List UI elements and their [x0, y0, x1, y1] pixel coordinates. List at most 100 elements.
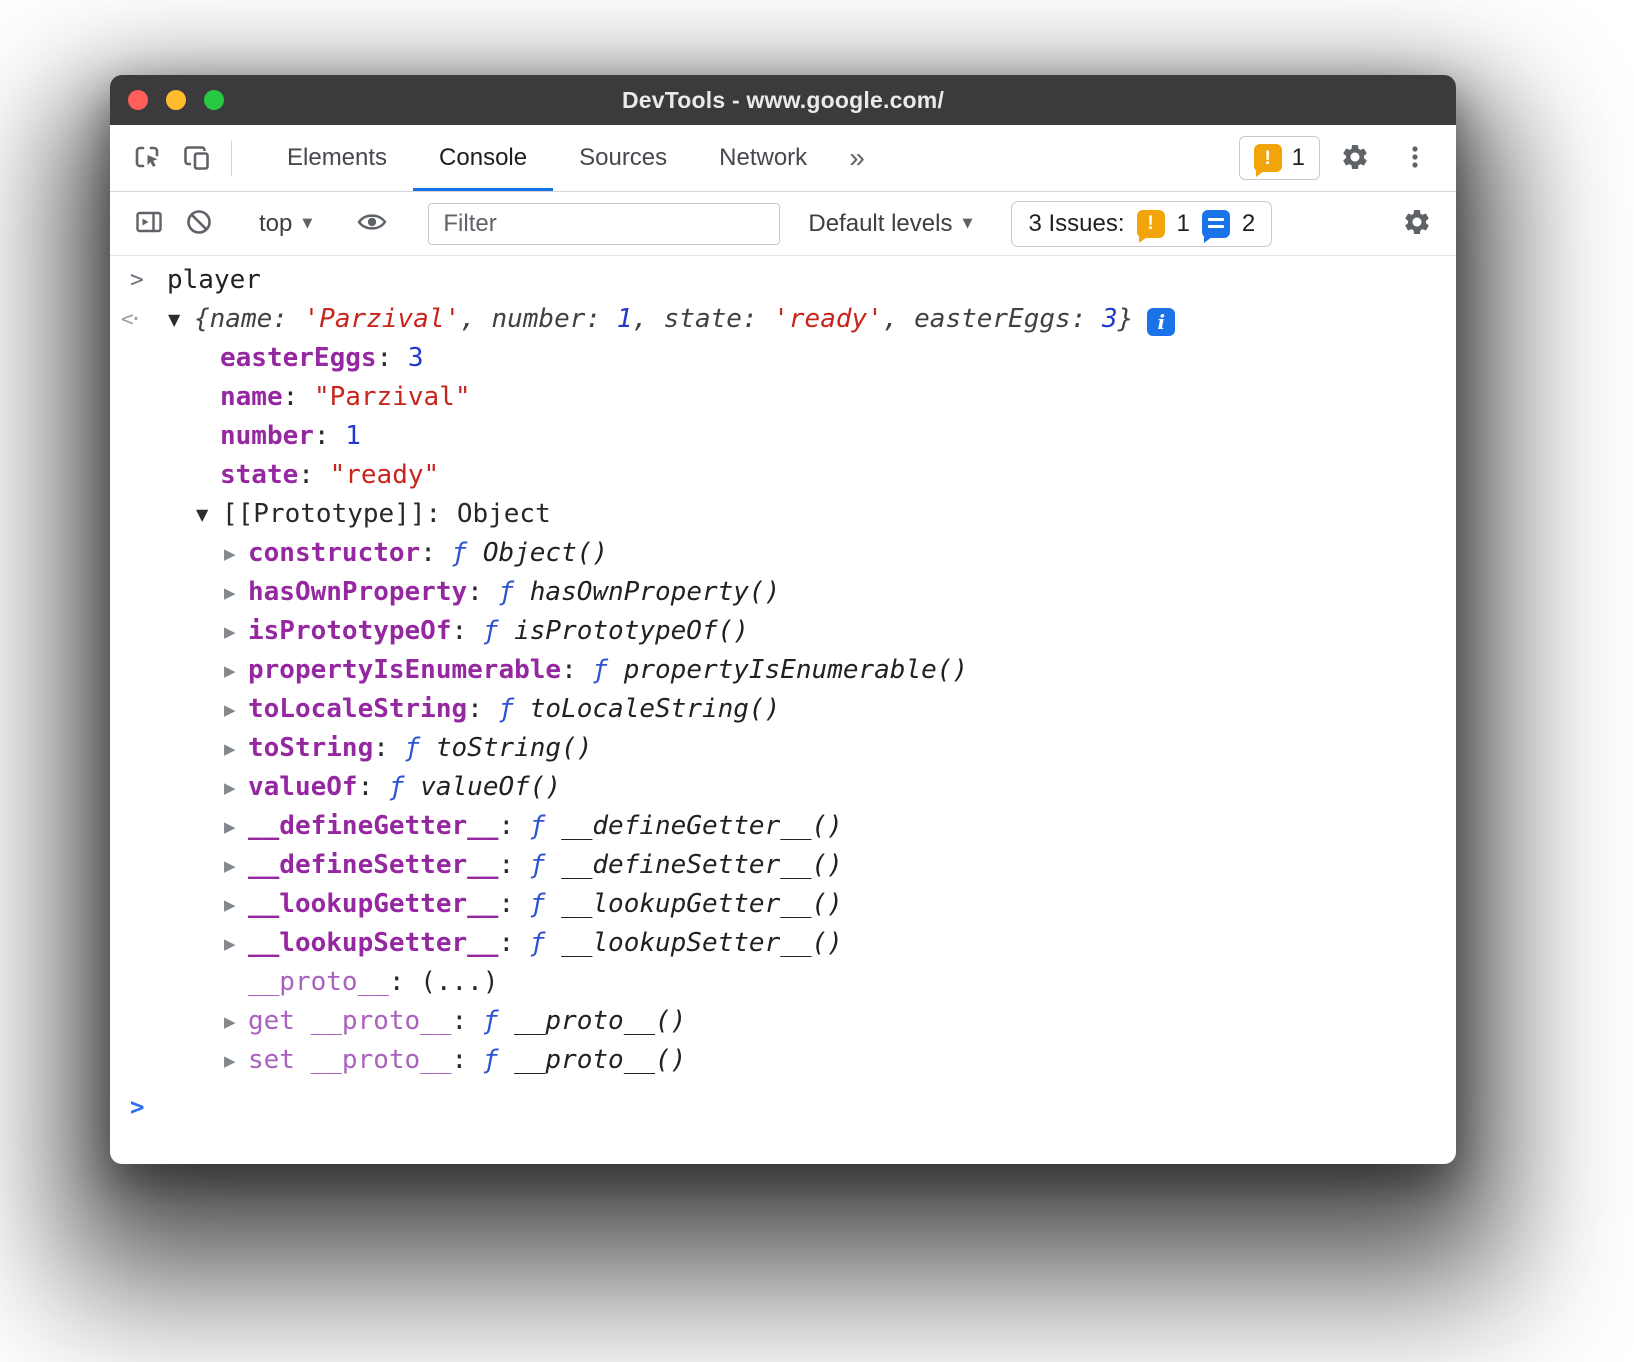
token-name: hasOwnProperty	[248, 577, 467, 607]
error-count: 1	[1292, 144, 1305, 172]
live-expression-button[interactable]	[347, 205, 397, 242]
result-arrow-icon: <·	[121, 300, 138, 339]
expand-triangle-icon[interactable]: ▶	[224, 730, 248, 769]
log-levels-dropdown[interactable]: Default levels ▼	[792, 210, 988, 238]
expand-triangle-icon[interactable]: ▶	[224, 613, 248, 652]
collapse-triangle-icon[interactable]: ▼	[196, 495, 222, 534]
prompt-chevron-icon[interactable]: >	[130, 1088, 144, 1127]
token-fn: ƒ	[483, 1045, 514, 1075]
token-fnsig: hasOwnProperty()	[530, 577, 780, 607]
sidebar-panel-icon	[133, 206, 165, 241]
token-fn: ƒ	[498, 577, 529, 607]
more-options-button[interactable]	[1390, 142, 1440, 175]
expand-triangle-icon[interactable]: ▶	[224, 886, 248, 925]
token-pun: :	[283, 382, 314, 412]
minimize-button[interactable]	[166, 90, 186, 110]
clear-console-button[interactable]	[174, 206, 224, 241]
info-icon[interactable]: i	[1147, 308, 1175, 336]
console-line-fn: ▶propertyIsEnumerable: ƒ propertyIsEnume…	[110, 651, 1456, 690]
token-pvn: number	[491, 304, 585, 334]
tab-network[interactable]: Network	[693, 125, 833, 191]
token-pun: :	[452, 1045, 483, 1075]
error-notification-button[interactable]: ! 1	[1239, 136, 1320, 180]
token-name: propertyIsEnumerable	[248, 655, 561, 685]
issues-message-icon	[1202, 210, 1230, 238]
token-cmd: player	[167, 265, 261, 295]
token-fnsig: __defineGetter__()	[561, 811, 843, 841]
expand-triangle-icon[interactable]: ▶	[224, 1042, 248, 1081]
toolbar-right-controls: ! 1	[1239, 125, 1456, 191]
token-str: "Parzival"	[314, 382, 471, 412]
token-pvp: ,	[460, 304, 491, 334]
tab-elements[interactable]: Elements	[261, 125, 413, 191]
context-selector[interactable]: top ▼	[243, 210, 328, 238]
token-name: constructor	[248, 538, 420, 568]
expand-triangle-icon[interactable]: ▶	[224, 808, 248, 847]
token-pvnum: 3	[1102, 304, 1118, 334]
expand-triangle-icon[interactable]: ▶	[224, 1003, 248, 1042]
console-line-prop: state: "ready"	[110, 456, 1456, 495]
token-pun: :	[314, 421, 345, 451]
token-name: toString	[248, 733, 373, 763]
token-fn: ƒ	[592, 655, 623, 685]
command-chevron-icon: >	[130, 261, 144, 300]
token-pun: :	[498, 811, 529, 841]
expand-triangle-icon[interactable]: ▶	[224, 691, 248, 730]
settings-button[interactable]	[1330, 142, 1380, 175]
console-line-prop: easterEggs: 3	[110, 339, 1456, 378]
expand-triangle-icon[interactable]: ▶	[224, 652, 248, 691]
console-line-prompt[interactable]: >	[110, 1088, 1456, 1127]
console-settings-button[interactable]	[1392, 207, 1442, 240]
console-sidebar-toggle-button[interactable]	[124, 206, 174, 241]
expand-triangle-icon[interactable]: ▶	[224, 847, 248, 886]
token-accessor: __proto__	[248, 967, 389, 997]
token-fn: ƒ	[498, 694, 529, 724]
double-chevron-icon: »	[849, 142, 865, 174]
close-button[interactable]	[128, 90, 148, 110]
token-fnsig: propertyIsEnumerable()	[624, 655, 968, 685]
token-fnsig: valueOf()	[420, 772, 561, 802]
console-line-fn: ▶hasOwnProperty: ƒ hasOwnProperty()	[110, 573, 1456, 612]
token-fnsig: toString()	[436, 733, 593, 763]
token-num: 1	[345, 421, 361, 451]
issues-button[interactable]: 3 Issues: ! 1 2	[1011, 201, 1272, 247]
console-line-prop: number: 1	[110, 417, 1456, 456]
token-fn: ƒ	[530, 889, 561, 919]
console-line-proto-header: ▼[[Prototype]]: Object	[110, 495, 1456, 534]
token-pvn: easterEggs	[914, 304, 1071, 334]
token-fn: ƒ	[389, 772, 420, 802]
expand-triangle-icon[interactable]: ▶	[224, 535, 248, 574]
gear-icon	[1340, 142, 1370, 175]
token-pvnum: 1	[617, 304, 633, 334]
token-pvp: {	[194, 304, 210, 334]
collapse-triangle-icon[interactable]: ▼	[168, 300, 194, 339]
device-toolbar-button[interactable]	[172, 125, 222, 191]
zoom-button[interactable]	[204, 90, 224, 110]
expand-triangle-icon[interactable]: ▶	[224, 925, 248, 964]
console-line-result: <·▼{name: 'Parzival', number: 1, state: …	[110, 300, 1456, 339]
token-fn: ƒ	[530, 811, 561, 841]
tab-label: Sources	[579, 144, 667, 172]
console-line-command: > player	[110, 261, 1456, 300]
warning-icon: !	[1254, 144, 1282, 172]
inspect-element-button[interactable]	[122, 125, 172, 191]
token-pun: :	[298, 460, 329, 490]
tab-label: Elements	[287, 144, 387, 172]
console-line-fn: ▶__defineSetter__: ƒ __defineSetter__()	[110, 846, 1456, 885]
filter-input[interactable]	[428, 203, 780, 245]
token-fn: ƒ	[452, 538, 483, 568]
tab-console[interactable]: Console	[413, 125, 553, 191]
issues-warning-count: 1	[1177, 210, 1190, 238]
main-toolbar: Elements Console Sources Network » ! 1	[110, 125, 1456, 192]
console-output: >player<·▼{name: 'Parzival', number: 1, …	[110, 256, 1456, 1127]
titlebar: DevTools - www.google.com/	[110, 75, 1456, 125]
expand-triangle-icon[interactable]: ▶	[224, 769, 248, 808]
issues-warning-icon: !	[1137, 210, 1165, 238]
tab-sources[interactable]: Sources	[553, 125, 693, 191]
issues-label: 3 Issues:	[1028, 210, 1124, 238]
console-line-fn: ▶__lookupGetter__: ƒ __lookupGetter__()	[110, 885, 1456, 924]
token-pvp: :	[585, 304, 616, 334]
expand-triangle-icon[interactable]: ▶	[224, 574, 248, 613]
more-tabs-button[interactable]: »	[833, 125, 881, 191]
token-name: __defineGetter__	[248, 811, 498, 841]
